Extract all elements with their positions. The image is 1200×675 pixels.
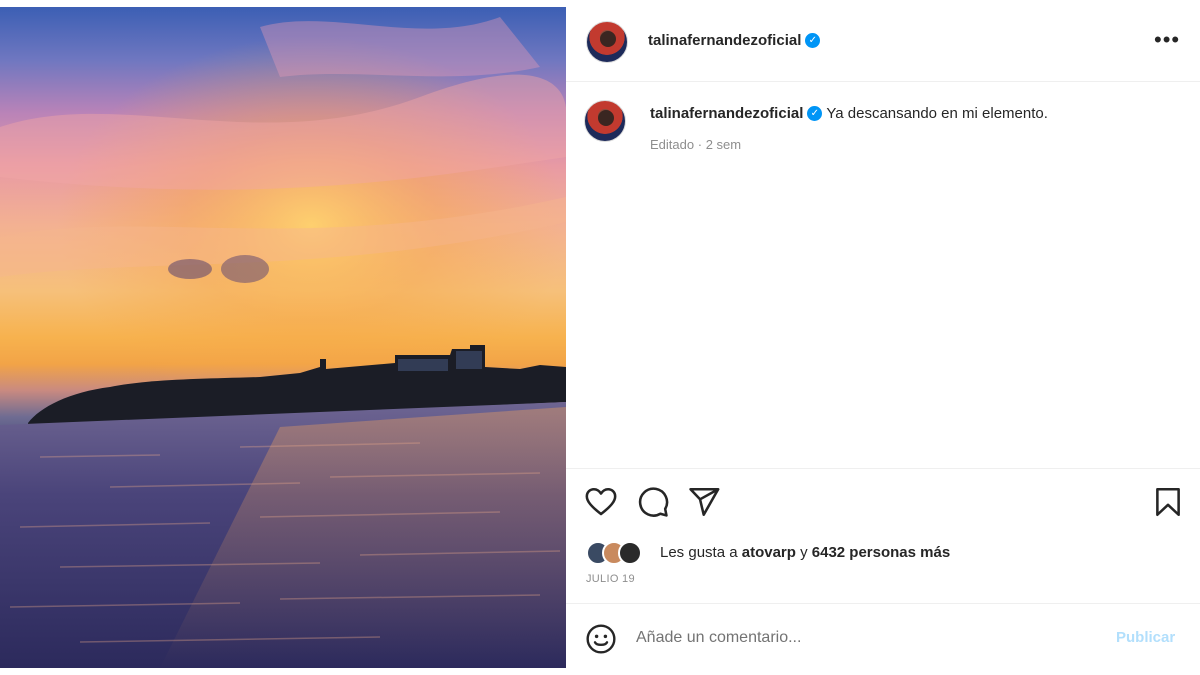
likes-conjunction: y: [800, 544, 808, 561]
send-icon[interactable]: [687, 485, 721, 519]
emoji-icon[interactable]: [585, 623, 617, 655]
post-photo[interactable]: [0, 7, 566, 668]
edited-label: Editado: [650, 137, 695, 152]
verified-badge-icon: ✓: [807, 106, 823, 122]
meta-separator: ·: [697, 137, 703, 152]
comment-icon[interactable]: [636, 485, 670, 519]
caption-username[interactable]: talinafernandezoficial: [650, 105, 803, 122]
comment-input[interactable]: [636, 626, 1096, 650]
sunset-sea-image: [0, 7, 566, 668]
post-date[interactable]: JULIO 19: [586, 573, 635, 585]
caption-text: Ya descansando en mi elemento.: [826, 105, 1048, 122]
likes-prefix: Les gusta a: [660, 544, 738, 561]
time-ago[interactable]: 2 sem: [706, 137, 741, 152]
verified-badge-icon: ✓: [805, 33, 821, 49]
heart-icon[interactable]: [584, 485, 618, 519]
liker-avatars[interactable]: [586, 539, 650, 567]
more-options-icon[interactable]: •••: [1154, 29, 1180, 51]
likes-user[interactable]: atovarp: [742, 544, 796, 561]
avatar[interactable]: [586, 21, 628, 63]
caption-line: talinafernandezoficial ✓ Ya descansando en…: [650, 105, 1048, 123]
action-section: Les gusta a atovarp y 6432 personas más …: [566, 468, 1200, 603]
caption-avatar[interactable]: [584, 100, 626, 142]
post-side-panel: talinafernandezoficial ✓ ••• talinafernan…: [566, 0, 1200, 675]
post-header: talinafernandezoficial ✓ •••: [566, 0, 1200, 82]
liker-avatar: [618, 541, 642, 565]
caption-meta: Editado · 2 sem: [650, 137, 741, 152]
bookmark-icon[interactable]: [1151, 485, 1185, 519]
publish-button[interactable]: Publicar: [1116, 629, 1175, 646]
header-username[interactable]: talinafernandezoficial: [648, 32, 801, 49]
header-username-wrap: talinafernandezoficial ✓: [648, 32, 821, 50]
comment-bar: Publicar: [566, 603, 1200, 675]
likes-text: Les gusta a atovarp y 6432 personas más: [660, 544, 950, 561]
likes-count[interactable]: 6432 personas más: [812, 544, 950, 561]
